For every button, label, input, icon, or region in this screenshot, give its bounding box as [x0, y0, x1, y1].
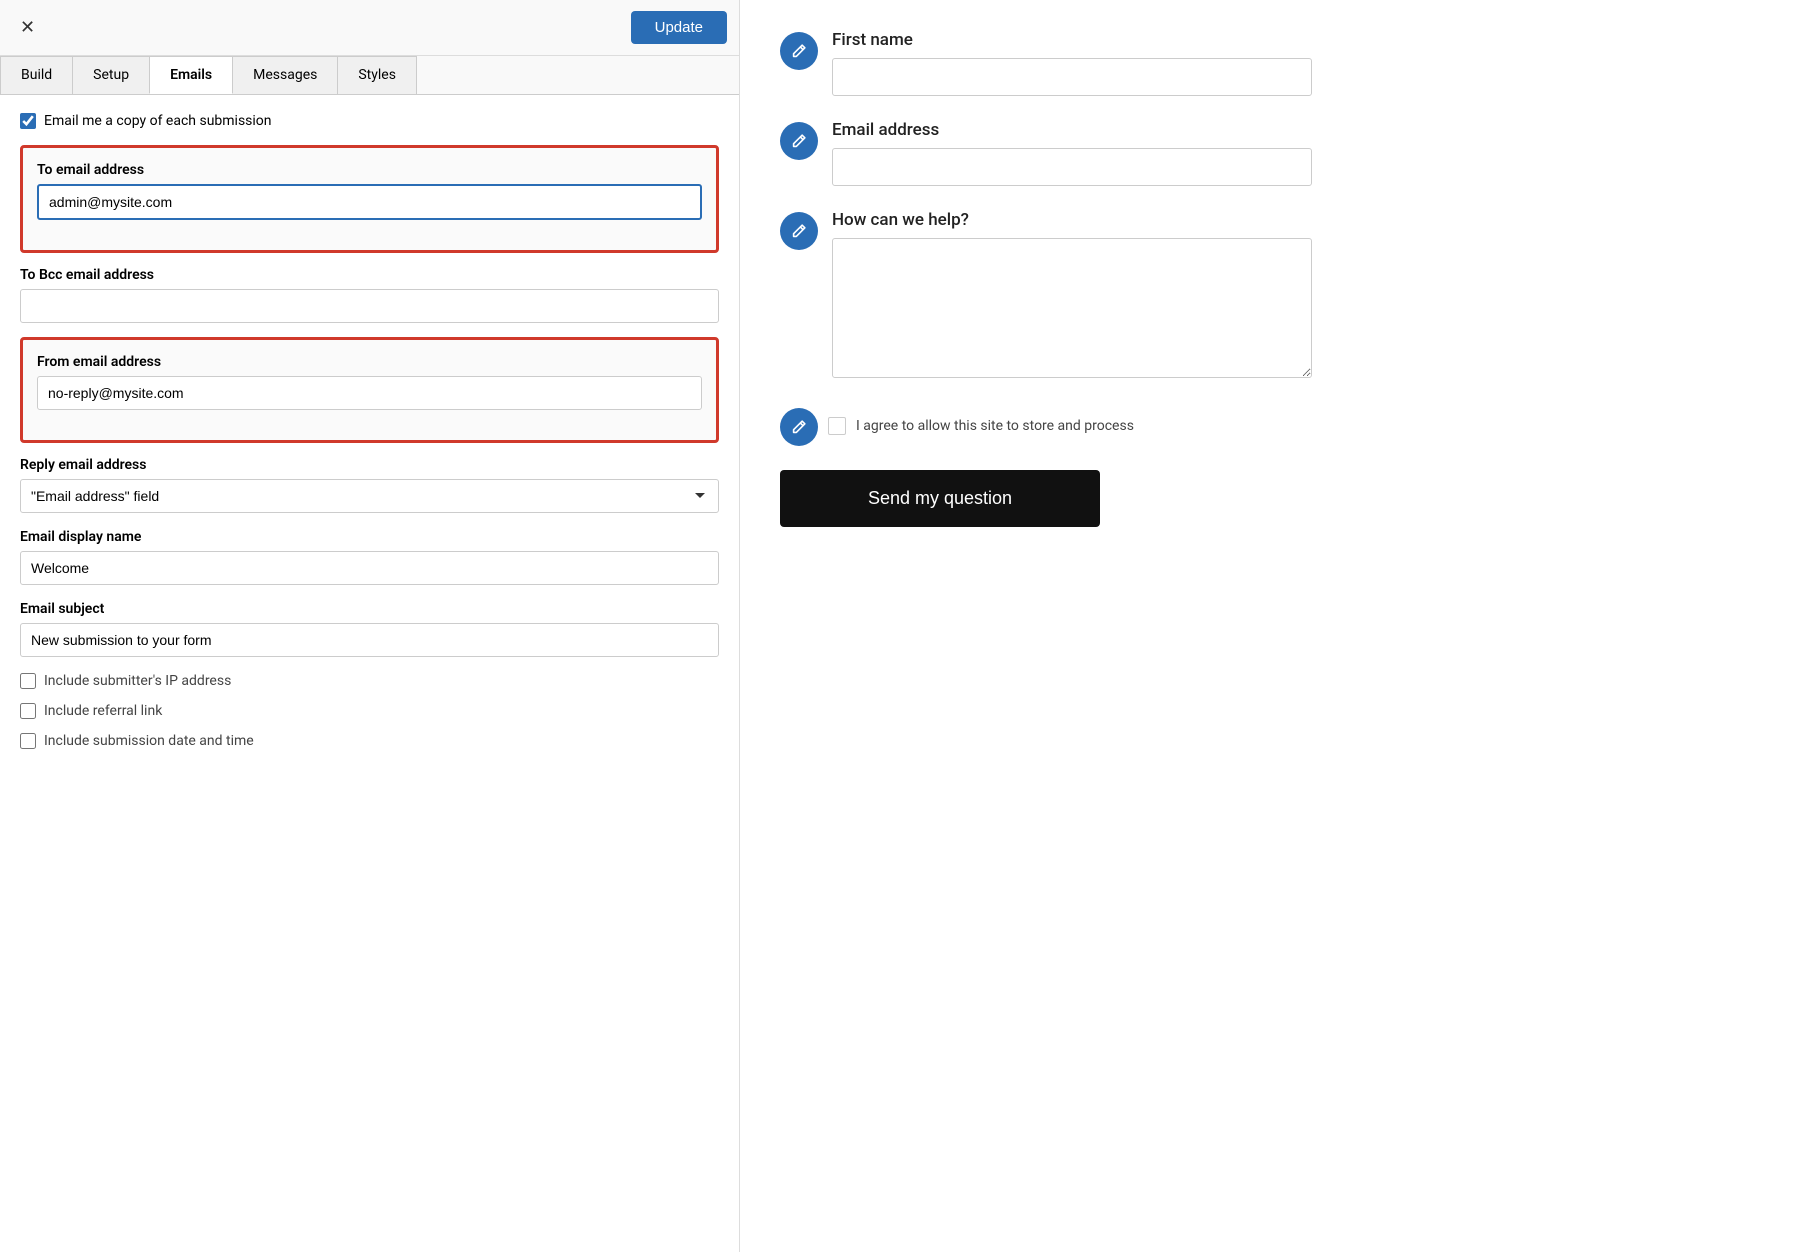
from-email-section: From email address — [20, 337, 719, 443]
email-subject-label: Email subject — [20, 601, 719, 617]
display-name-field-group: Email display name — [20, 529, 719, 585]
first-name-edit-icon[interactable] — [780, 32, 818, 70]
to-email-input[interactable] — [37, 184, 702, 220]
tab-emails[interactable]: Emails — [149, 56, 233, 94]
bcc-email-input[interactable] — [20, 289, 719, 323]
first-name-field[interactable] — [832, 58, 1312, 96]
submit-button[interactable]: Send my question — [780, 470, 1100, 527]
include-date-label: Include submission date and time — [44, 733, 254, 749]
email-address-field[interactable] — [832, 148, 1312, 186]
help-title: How can we help? — [832, 210, 1770, 230]
tab-styles[interactable]: Styles — [337, 56, 417, 94]
first-name-content: First name — [832, 30, 1770, 96]
email-subject-field-group: Email subject — [20, 601, 719, 657]
email-subject-input[interactable] — [20, 623, 719, 657]
help-textarea[interactable] — [832, 238, 1312, 378]
tab-build[interactable]: Build — [0, 56, 73, 94]
tabs-bar: Build Setup Emails Messages Styles — [0, 56, 739, 95]
include-ip-label: Include submitter's IP address — [44, 673, 231, 689]
reply-email-label: Reply email address — [20, 457, 719, 473]
to-email-section: To email address — [20, 145, 719, 253]
email-copy-checkbox[interactable] — [20, 113, 36, 129]
to-email-field-group: To email address — [37, 162, 702, 220]
agree-checkbox[interactable] — [828, 417, 846, 435]
include-ip-row: Include submitter's IP address — [20, 673, 719, 689]
reply-email-field-group: Reply email address "Email address" fiel… — [20, 457, 719, 513]
agree-edit-icon[interactable] — [780, 408, 818, 446]
include-date-row: Include submission date and time — [20, 733, 719, 749]
to-email-label: To email address — [37, 162, 702, 178]
display-name-label: Email display name — [20, 529, 719, 545]
include-ip-checkbox[interactable] — [20, 673, 36, 689]
email-copy-row: Email me a copy of each submission — [20, 113, 719, 129]
first-name-row: First name — [780, 30, 1770, 96]
reply-email-select[interactable]: "Email address" fieldCustom email — [20, 479, 719, 513]
from-email-input[interactable] — [37, 376, 702, 410]
help-row: How can we help? — [780, 210, 1770, 382]
include-date-checkbox[interactable] — [20, 733, 36, 749]
agree-text: I agree to allow this site to store and … — [856, 418, 1134, 434]
help-content: How can we help? — [832, 210, 1770, 382]
tab-setup[interactable]: Setup — [72, 56, 150, 94]
right-panel: First name Email address How can we help… — [740, 0, 1810, 1252]
bcc-email-field-group: To Bcc email address — [20, 267, 719, 323]
first-name-title: First name — [832, 30, 1770, 50]
close-button[interactable]: ✕ — [12, 13, 43, 42]
left-panel: ✕ Update Build Setup Emails Messages Sty… — [0, 0, 740, 1252]
email-address-edit-icon[interactable] — [780, 122, 818, 160]
include-referral-label: Include referral link — [44, 703, 162, 719]
bcc-email-label: To Bcc email address — [20, 267, 719, 283]
email-address-title: Email address — [832, 120, 1770, 140]
email-copy-label: Email me a copy of each submission — [44, 113, 272, 129]
from-email-label: From email address — [37, 354, 702, 370]
email-address-content: Email address — [832, 120, 1770, 186]
include-referral-checkbox[interactable] — [20, 703, 36, 719]
from-email-field-group: From email address — [37, 354, 702, 410]
update-button[interactable]: Update — [631, 11, 727, 44]
tab-messages[interactable]: Messages — [232, 56, 338, 94]
top-bar: ✕ Update — [0, 0, 739, 56]
panel-content: Email me a copy of each submission To em… — [0, 95, 739, 1252]
display-name-input[interactable] — [20, 551, 719, 585]
email-address-row: Email address — [780, 120, 1770, 186]
agree-row: I agree to allow this site to store and … — [780, 406, 1770, 446]
submit-section: Send my question — [780, 470, 1770, 527]
help-edit-icon[interactable] — [780, 212, 818, 250]
include-referral-row: Include referral link — [20, 703, 719, 719]
